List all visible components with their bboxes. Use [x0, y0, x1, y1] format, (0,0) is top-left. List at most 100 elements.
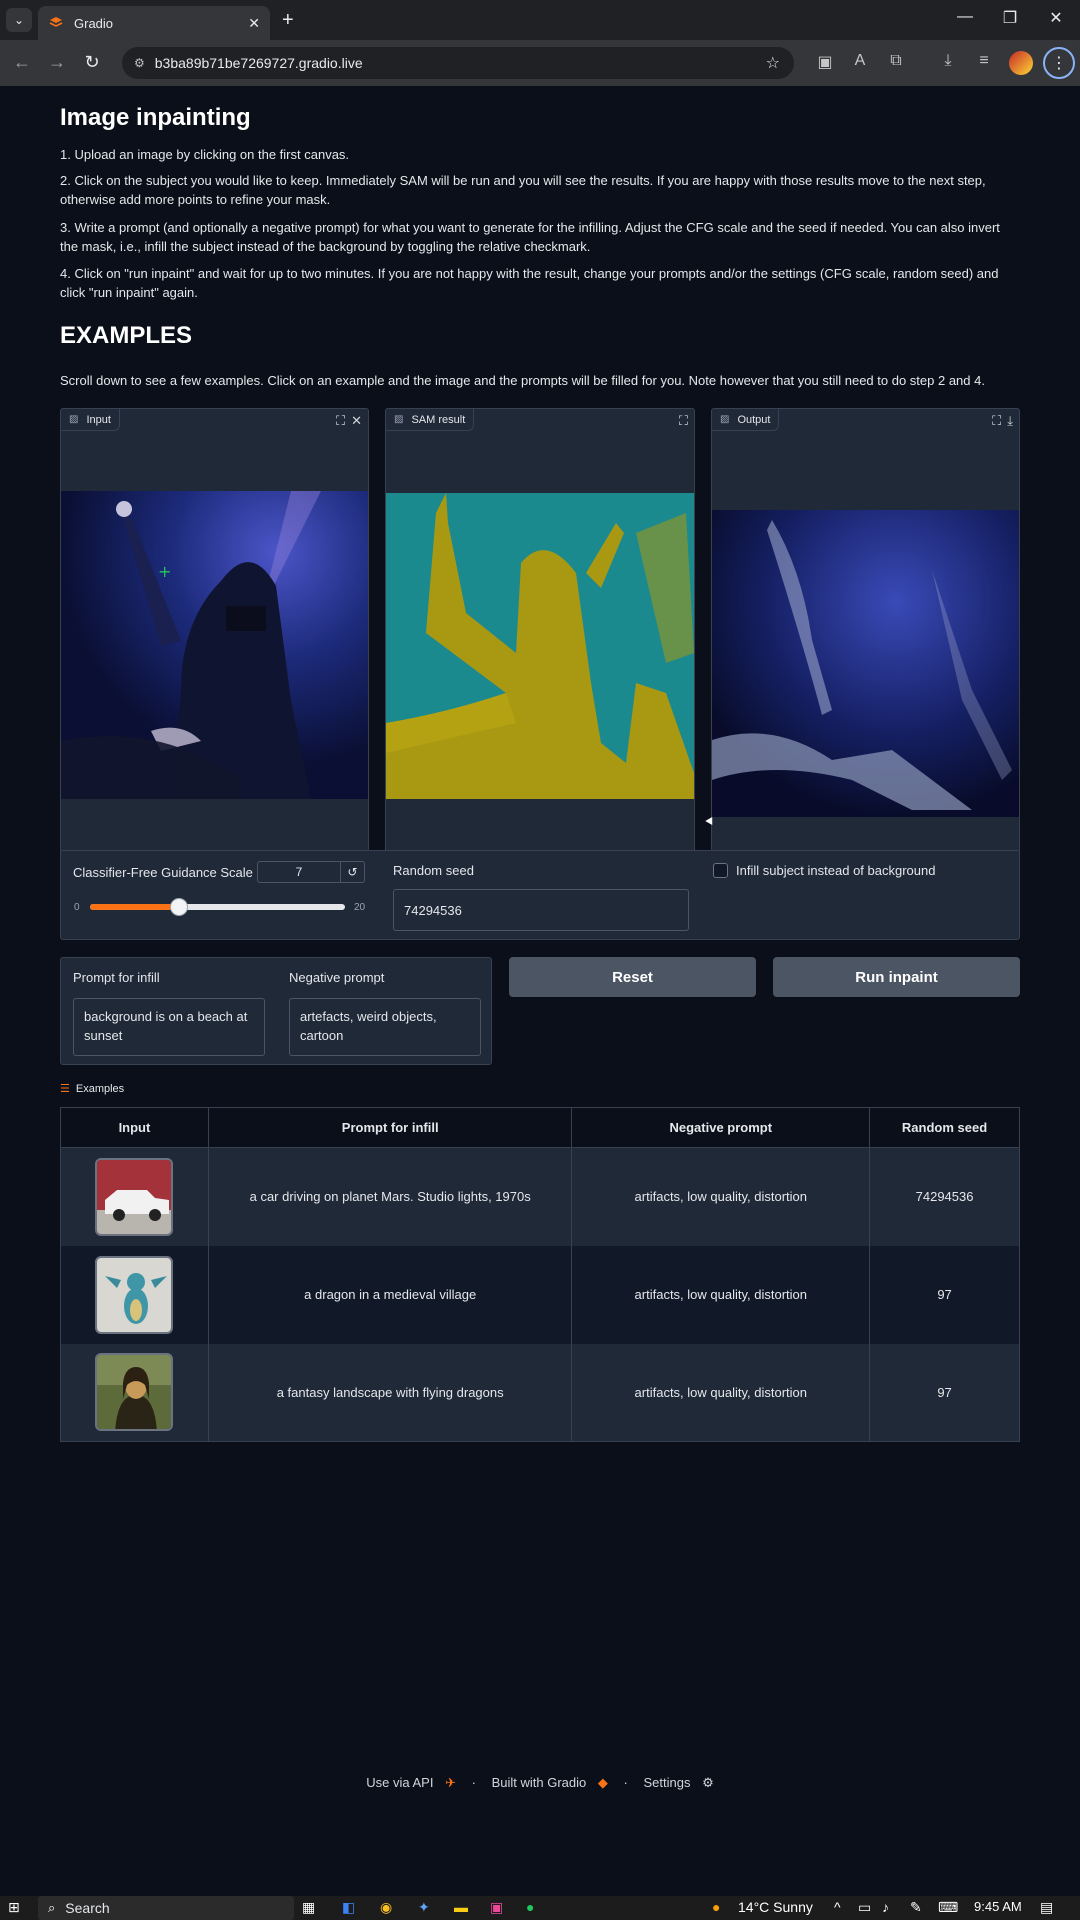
browser-tab-bar: ⌄ Gradio ✕ + — ❐ ✕ — [0, 0, 1080, 40]
infill-subject-label: Infill subject instead of background — [736, 863, 936, 878]
gradio-footer: Use via API ✈ · Built with Gradio ◆ · Se… — [0, 1775, 1080, 1791]
file-explorer-icon[interactable]: ▬ — [454, 1899, 468, 1915]
cfg-slider[interactable] — [90, 898, 345, 916]
restore-icon[interactable]: ❐ — [995, 8, 1025, 28]
puzzle-extensions-icon[interactable]: ⧉ — [884, 52, 908, 70]
new-tab-button[interactable]: + — [282, 10, 294, 30]
footer-separator: · — [623, 1775, 628, 1790]
fullscreen-icon[interactable]: ⛶ — [679, 413, 688, 429]
example-negative[interactable]: artifacts, low quality, distortion — [571, 1147, 871, 1246]
cfg-max: 20 — [354, 902, 366, 913]
forward-icon[interactable]: → — [45, 52, 69, 73]
omnibox[interactable]: ⚙ b3ba89b71be7269727.gradio.live ☆ — [122, 47, 794, 79]
negative-prompt-textarea[interactable]: artefacts, weird objects, cartoon — [289, 998, 481, 1056]
input-image[interactable]: + — [61, 491, 368, 799]
clock[interactable]: 9:45 AM — [974, 1899, 1022, 1914]
download-icon[interactable]: ⤓ — [1007, 413, 1013, 429]
profile-avatar[interactable] — [1009, 51, 1033, 75]
terminal-icon[interactable]: ▣ — [490, 1899, 503, 1916]
step-3: 3. Write a prompt (and optionally a nega… — [60, 220, 1000, 254]
fullscreen-icon[interactable]: ⛶ — [992, 413, 1001, 429]
chrome-icon[interactable]: ◉ — [380, 1899, 392, 1916]
example-negative[interactable]: artifacts, low quality, distortion — [571, 1343, 871, 1442]
gradio-logo-icon: ◆ — [597, 1775, 608, 1790]
close-window-icon[interactable]: ✕ — [1041, 8, 1071, 28]
cfg-label: Classifier-Free Guidance Scale — [73, 865, 253, 880]
spotify-icon[interactable]: ● — [526, 1899, 534, 1915]
back-icon[interactable]: ← — [10, 52, 34, 73]
taskbar-search[interactable]: ⌕ Search — [38, 1896, 294, 1920]
download-icon[interactable]: ⤓ — [936, 52, 960, 70]
input-label-text: Input — [86, 413, 111, 426]
network-icon[interactable]: ▭ — [858, 1899, 871, 1916]
infill-prompt-textarea[interactable]: background is on a beach at sunset — [73, 998, 265, 1056]
media-control-icon[interactable]: ≡ — [972, 52, 996, 70]
step-1: 1. Upload an image by clicking on the fi… — [60, 147, 350, 162]
examples-label: ☰ Examples — [60, 1082, 124, 1096]
built-link-text: Built with Gradio — [491, 1775, 587, 1790]
output-panel-label: ▨ Output — [712, 409, 780, 431]
example-prompt[interactable]: a car driving on planet Mars. Studio lig… — [207, 1147, 573, 1246]
browser-tab[interactable]: Gradio ✕ — [38, 6, 270, 40]
rocket-icon: ✈ — [445, 1775, 456, 1790]
example-seed[interactable]: 97 — [869, 1343, 1020, 1442]
example-prompt[interactable]: a fantasy landscape with flying dragons — [207, 1343, 573, 1442]
cfg-slider-thumb[interactable] — [170, 898, 189, 916]
clear-image-icon[interactable]: ✕ — [351, 413, 362, 429]
example-thumb-dragon[interactable] — [95, 1255, 174, 1334]
examples-intro: Scroll down to see a few examples. Click… — [60, 373, 985, 388]
site-info-icon[interactable]: ⚙ — [134, 56, 145, 70]
tab-title: Gradio — [74, 15, 114, 31]
weather-icon: ● — [712, 1899, 721, 1915]
cfg-reset-icon[interactable]: ↺ — [341, 861, 365, 883]
settings-link[interactable]: Settings ⚙ — [639, 1775, 717, 1790]
tab-list-button[interactable]: ⌄ — [6, 8, 32, 32]
url-text: b3ba89b71be7269727.gradio.live — [154, 55, 363, 71]
windows-start-icon[interactable]: ⊞ — [8, 1899, 20, 1916]
svg-text:+: + — [158, 562, 171, 581]
example-seed[interactable]: 97 — [869, 1245, 1020, 1344]
infill-subject-checkbox[interactable] — [713, 863, 728, 878]
reload-icon[interactable]: ↻ — [80, 52, 104, 73]
keyboard-icon[interactable]: ⌨ — [938, 1899, 958, 1916]
example-seed[interactable]: 74294536 — [869, 1147, 1020, 1246]
vscode-icon[interactable]: ◧ — [342, 1899, 355, 1916]
minimize-icon[interactable]: — — [950, 8, 980, 26]
seed-input[interactable]: 74294536 — [393, 889, 689, 931]
weather-text[interactable]: 14°C Sunny — [738, 1899, 813, 1915]
reset-button[interactable]: Reset — [509, 957, 756, 997]
twitter-icon[interactable]: ✦ — [418, 1899, 430, 1916]
page-title: Image inpainting — [60, 104, 251, 131]
volume-icon[interactable]: ♪ — [882, 1899, 889, 1915]
example-thumb-cell[interactable] — [60, 1147, 209, 1246]
example-thumb-car[interactable] — [95, 1157, 174, 1236]
notification-icon[interactable]: ▤ — [1040, 1899, 1053, 1916]
example-negative[interactable]: artifacts, low quality, distortion — [571, 1245, 871, 1344]
windows-taskbar: ⊞ ⌕ Search ▦ ◧ ◉ ✦ ▬ ▣ ● ● 14°C Sunny ^ … — [0, 1896, 1080, 1920]
example-row[interactable]: a dragon in a medieval village artifacts… — [60, 1245, 1020, 1344]
example-prompt[interactable]: a dragon in a medieval village — [207, 1245, 573, 1344]
example-thumb-cell[interactable] — [60, 1343, 209, 1442]
cfg-number-input[interactable]: 7 — [257, 861, 341, 883]
translate-icon[interactable]: A — [848, 52, 872, 70]
tray-chevron-icon[interactable]: ^ — [834, 1899, 841, 1915]
fullscreen-icon[interactable]: ⛶ — [336, 413, 345, 429]
sam-label-text: SAM result — [411, 413, 466, 426]
tab-close-icon[interactable]: ✕ — [248, 15, 260, 32]
extension-icon[interactable]: ▣ — [813, 52, 837, 72]
task-view-icon[interactable]: ▦ — [302, 1899, 315, 1916]
pen-icon[interactable]: ✎ — [910, 1899, 922, 1916]
api-link-text: Use via API — [366, 1775, 434, 1790]
input-image-panel[interactable]: ▨ Input ⛶ ✕ + ⤒ ◎ ▤ — [60, 408, 369, 919]
input-panel-label: ▨ Input — [61, 409, 120, 431]
example-row[interactable]: a car driving on planet Mars. Studio lig… — [60, 1147, 1020, 1246]
example-row[interactable]: a fantasy landscape with flying dragons … — [60, 1343, 1020, 1442]
negative-prompt-label: Negative prompt — [289, 970, 385, 985]
browser-menu-icon[interactable]: ⋮ — [1043, 47, 1075, 79]
use-via-api-link[interactable]: Use via API ✈ — [362, 1775, 460, 1790]
example-thumb-cell[interactable] — [60, 1245, 209, 1344]
run-inpaint-button[interactable]: Run inpaint — [773, 957, 1020, 997]
example-thumb-mona-lisa[interactable] — [95, 1353, 174, 1432]
built-with-gradio-link[interactable]: Built with Gradio ◆ — [488, 1775, 612, 1790]
bookmark-star-icon[interactable]: ☆ — [766, 53, 780, 73]
